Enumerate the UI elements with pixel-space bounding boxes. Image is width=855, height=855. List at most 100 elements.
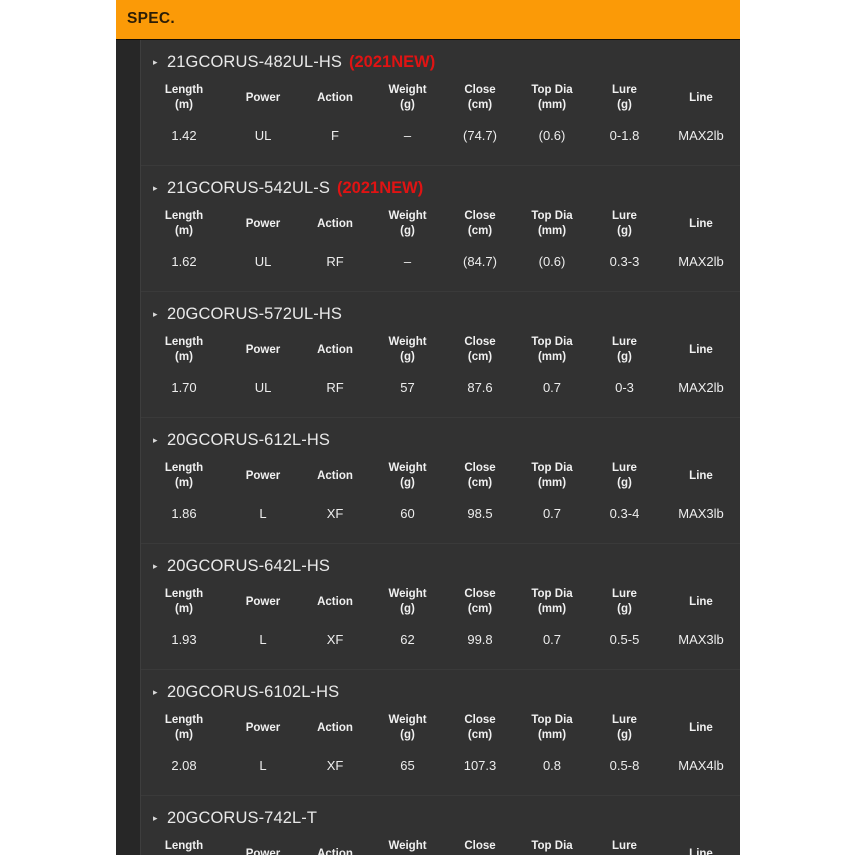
cell-weight: 62 xyxy=(400,632,415,647)
spec-table-header-row: Length(m)PowerActionWeight(g)Close(cm)To… xyxy=(141,832,740,855)
column-header-label: Power xyxy=(245,847,281,855)
cell-length: 1.70 xyxy=(171,380,197,395)
product-header[interactable]: ▸ 21GCORUS-542UL-S (2021NEW) xyxy=(141,166,740,202)
column-header: Power xyxy=(227,832,299,855)
cell-action: XF xyxy=(326,632,344,647)
cell-weight: – xyxy=(403,254,412,269)
spec-table-header-row: Length(m)PowerActionWeight(g)Close(cm)To… xyxy=(141,202,740,245)
product-name: 21GCORUS-542UL-S xyxy=(167,179,330,197)
disclosure-triangle-icon[interactable]: ▸ xyxy=(144,562,167,571)
column-header: Action xyxy=(299,706,371,749)
spec-table: Length (m) Power Action Weight (g) Close (cm) To… xyxy=(141,454,740,543)
cell-line: MAX3lb xyxy=(661,497,740,543)
disclosure-triangle-icon[interactable]: ▸ xyxy=(144,688,167,697)
page-title: SPEC. xyxy=(127,10,176,27)
cell-line-primary: MAX2lb xyxy=(678,380,724,395)
product-block: ▸20GCORUS-742L-TLength(m)PowerActionWeig… xyxy=(141,795,740,855)
column-header: Top Dia (mm) xyxy=(516,76,588,119)
cell-line-primary: MAX2lb xyxy=(678,128,724,143)
cell-lure: 0.5-5 xyxy=(609,632,640,647)
product-header[interactable]: ▸ 20GCORUS-742L-T xyxy=(141,796,740,832)
column-header-unit: (g) xyxy=(400,351,415,363)
disclosure-triangle-icon[interactable]: ▸ xyxy=(144,58,167,67)
product-header[interactable]: ▸ 20GCORUS-612L-HS xyxy=(141,418,740,454)
column-header-label: Line xyxy=(689,343,713,356)
product-name: 20GCORUS-642L-HS xyxy=(167,557,330,575)
column-header-label: Length xyxy=(164,336,204,348)
column-header: Close (cm) xyxy=(444,76,516,119)
column-header-label: Action xyxy=(317,343,353,356)
spec-panel: ▸ 21GCORUS-482UL-HS (2021NEW) Length (m) Powe… xyxy=(116,39,740,855)
column-header: Power xyxy=(227,202,299,245)
product-block: ▸ 20GCORUS-642L-HS Length (m) Power Action Wei… xyxy=(141,543,740,669)
column-header-unit: (g) xyxy=(617,351,632,363)
column-header: Close (cm) xyxy=(444,202,516,245)
column-header: Close (cm) xyxy=(444,706,516,749)
column-header: Power xyxy=(227,454,299,497)
column-header-label: Power xyxy=(245,343,281,356)
product-header[interactable]: ▸ 21GCORUS-482UL-HS (2021NEW) xyxy=(141,40,740,76)
column-header: Weight(g) xyxy=(371,832,444,855)
column-header: Line xyxy=(661,76,740,119)
disclosure-triangle-icon[interactable]: ▸ xyxy=(144,436,167,445)
spec-table: Length (m) Power Action Weight (g) Close (cm) To… xyxy=(141,328,740,417)
product-header[interactable]: ▸ 20GCORUS-642L-HS xyxy=(141,544,740,580)
column-header: Lure(g) xyxy=(588,706,661,749)
cell-top-dia: 0.7 xyxy=(542,506,562,521)
column-header: Line xyxy=(661,202,740,245)
column-header-label: Lure xyxy=(612,588,637,600)
column-header-unit: (g) xyxy=(617,225,632,237)
column-header: Action xyxy=(299,454,371,497)
column-header: Weight(g) xyxy=(371,706,444,749)
spec-table-header-row: Length(m)PowerActionWeight(g)Close(cm)To… xyxy=(141,328,740,371)
column-header-label: Power xyxy=(245,91,281,104)
column-header-label: Power xyxy=(245,721,281,734)
column-header-unit: (m) xyxy=(175,351,193,363)
column-header-unit: (mm) xyxy=(537,225,567,237)
cell-lure: 0.3-3 xyxy=(609,254,640,269)
column-header: Weight(g) xyxy=(371,328,444,371)
cell-line-primary: MAX2lb xyxy=(678,254,724,269)
column-header-unit: (m) xyxy=(175,477,193,489)
column-header-label: Close xyxy=(464,588,496,600)
column-header-label: Length xyxy=(164,588,204,600)
column-header: Weight(g) xyxy=(371,454,444,497)
column-header-label: Top Dia xyxy=(531,714,573,726)
column-header: Line xyxy=(661,328,740,371)
product-header[interactable]: ▸ 20GCORUS-572UL-HS xyxy=(141,292,740,328)
column-header-label: Length xyxy=(164,210,204,222)
disclosure-triangle-icon[interactable]: ▸ xyxy=(144,814,167,823)
column-header: Line xyxy=(661,454,740,497)
column-header: Lure(g) xyxy=(588,202,661,245)
column-header: Action xyxy=(299,202,371,245)
column-header-label: Lure xyxy=(612,84,637,96)
product-name: 20GCORUS-742L-T xyxy=(167,809,318,827)
cell-lure: 0.5-8 xyxy=(609,758,640,773)
cell-weight: – xyxy=(403,128,412,143)
column-header: Lure(g) xyxy=(588,454,661,497)
column-header-unit: (g) xyxy=(617,729,632,741)
spec-content-column: ▸ 21GCORUS-482UL-HS (2021NEW) Length (m) Powe… xyxy=(140,40,740,855)
cell-line: MAX4lb xyxy=(661,749,740,795)
product-header[interactable]: ▸ 20GCORUS-6102L-HS xyxy=(141,670,740,706)
column-header: Lure(g) xyxy=(588,832,661,855)
column-header-unit: (m) xyxy=(175,99,193,111)
column-header-label: Action xyxy=(317,91,353,104)
cell-weight: 60 xyxy=(400,506,415,521)
column-header: Close (cm) xyxy=(444,328,516,371)
column-header: Lure (g) xyxy=(588,580,661,623)
column-header: Line xyxy=(661,706,740,749)
disclosure-triangle-icon[interactable]: ▸ xyxy=(144,310,167,319)
column-header-label: Line xyxy=(689,91,713,104)
column-header-label: Lure xyxy=(612,840,637,852)
disclosure-triangle-icon[interactable]: ▸ xyxy=(144,184,167,193)
column-header: Top Dia (mm) xyxy=(516,454,588,497)
column-header-unit: (cm) xyxy=(467,603,493,615)
new-badge: (2021NEW) xyxy=(349,53,436,71)
cell-action: F xyxy=(331,128,339,143)
product-block: ▸ 20GCORUS-612L-HS Length (m) Power Action Wei… xyxy=(141,417,740,543)
cell-action: RF xyxy=(326,254,344,269)
column-header-label: Power xyxy=(245,595,281,608)
column-header-label: Top Dia xyxy=(531,588,573,600)
column-header-unit: (g) xyxy=(617,603,632,615)
